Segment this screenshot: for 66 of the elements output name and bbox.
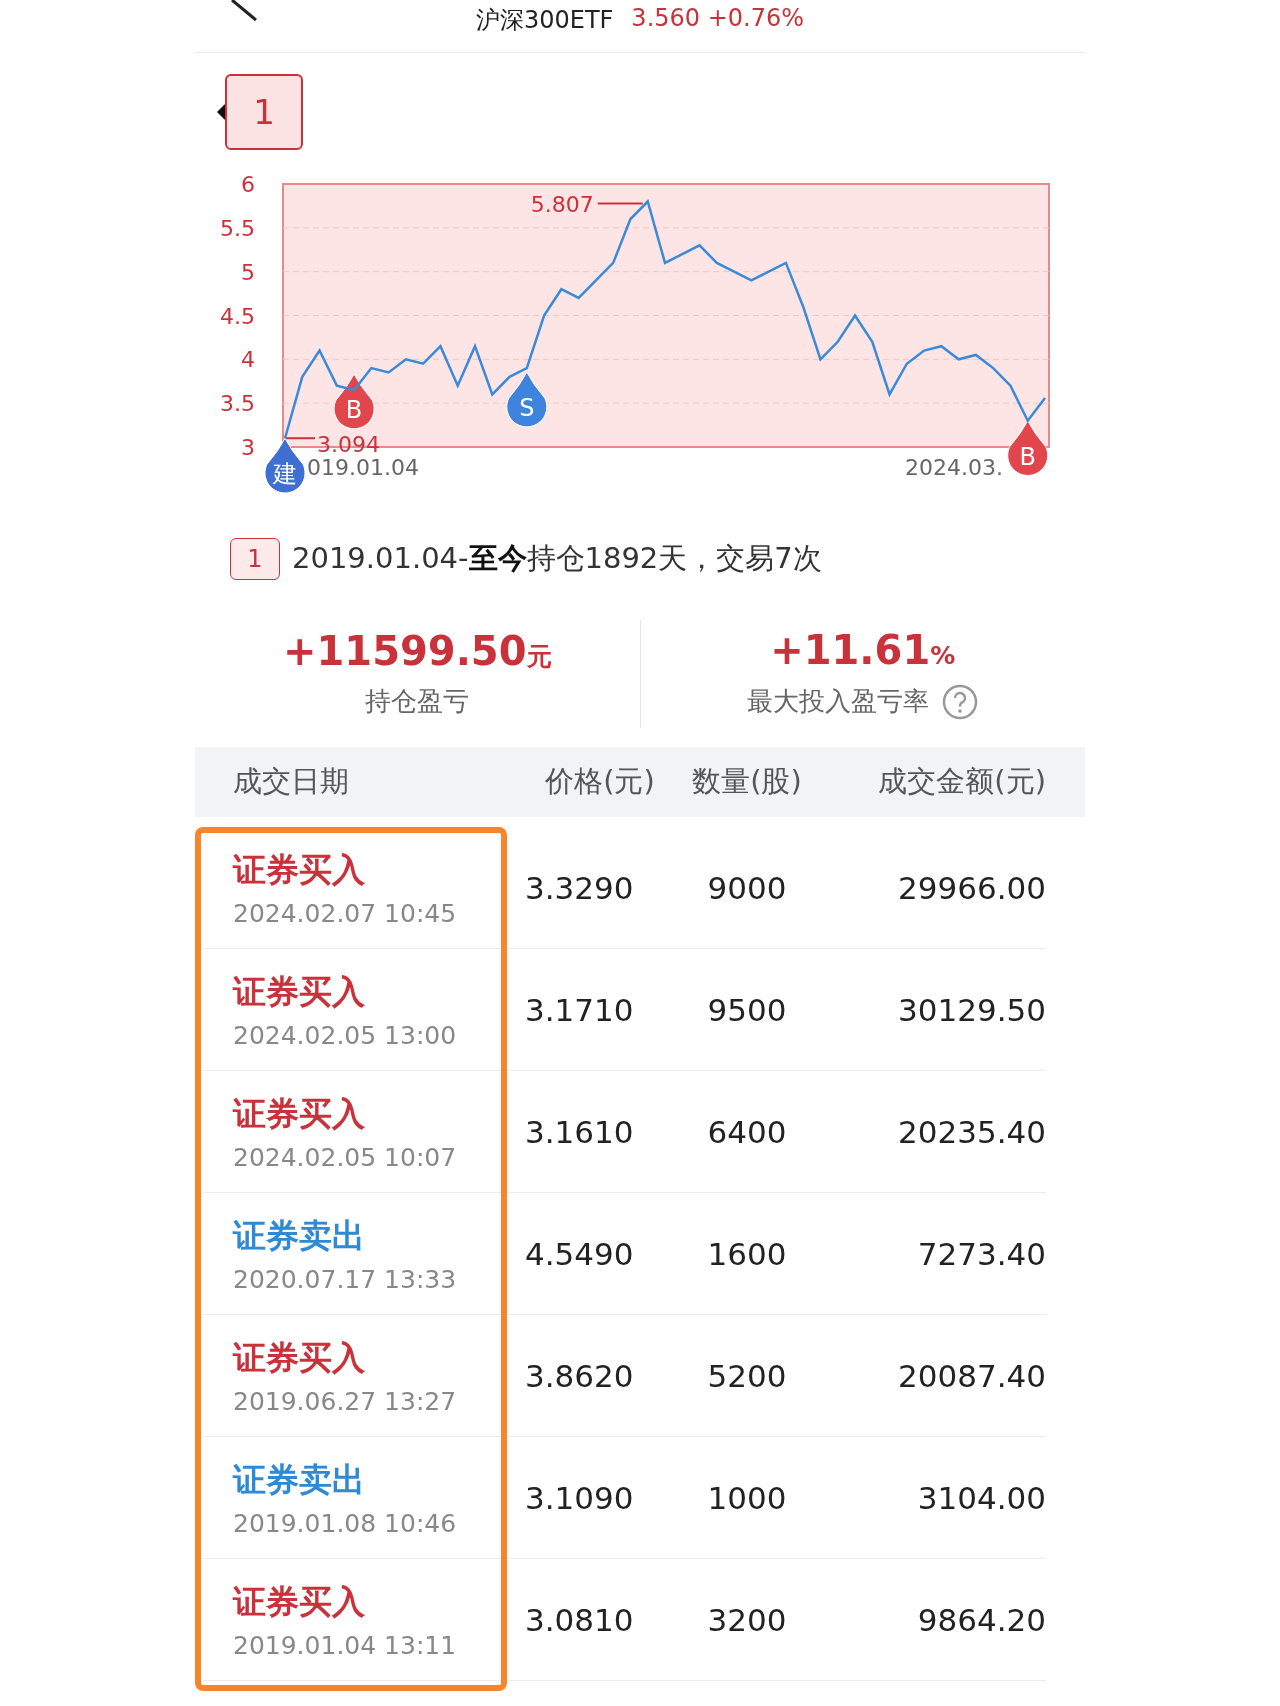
legend-tag[interactable]: 1	[225, 74, 303, 150]
price-cell-text: 3.1610	[525, 1113, 635, 1150]
amount-cell-text: 9864.20	[916, 1601, 1046, 1638]
quantity-cell-text: 1600	[706, 1235, 788, 1272]
trade-type: 证券买入	[233, 1580, 366, 1623]
y-tick-label: 5	[241, 259, 255, 285]
price-cell-text: 3.1710	[525, 991, 635, 1028]
quantity-cell-text: 5200	[706, 1357, 788, 1394]
annotation: 5.807	[530, 191, 594, 217]
quantity-cell-text: 1000	[706, 1479, 788, 1516]
y-tick-label: 6	[241, 172, 255, 197]
amount-cell-text: 30129.50	[897, 991, 1046, 1028]
quantity-cell-text: 3200	[706, 1601, 788, 1638]
quantity-cell-text: 9500	[706, 991, 788, 1028]
trade-type: 证券买入	[233, 970, 366, 1013]
x-axis-label: 019.01.04	[307, 455, 419, 480]
price-cell-text: 3.3290	[525, 869, 635, 906]
amount-cell-text: 20235.40	[897, 1113, 1046, 1150]
stock-name: 沪深300ETF	[475, 5, 614, 36]
quantity-cell-text: 6400	[706, 1113, 788, 1150]
trade-time: 2024.02.05 13:00	[233, 1020, 458, 1050]
y-tick-label: 5.5	[220, 215, 255, 241]
price-cell-text: 3.0810	[525, 1601, 635, 1638]
price-cell-text: 3.8620	[525, 1357, 635, 1394]
price-cell-text: 3.1090	[525, 1479, 635, 1516]
stat-value: +11.61%	[770, 626, 956, 673]
column-header: 价格(元)	[544, 763, 656, 800]
stock-price: 3.560 +0.76%	[631, 4, 805, 32]
trade-marker: S	[506, 371, 548, 428]
annotation: 3.094	[317, 432, 380, 458]
trade-type: 证券买入	[233, 1092, 366, 1135]
trade-time: 2024.02.07 10:45	[233, 898, 458, 928]
trade-time: 2020.07.17 13:33	[233, 1264, 458, 1294]
trade-marker: 建	[264, 437, 306, 494]
position-tag: 1	[230, 537, 280, 580]
amount-cell-text: 7273.40	[916, 1235, 1046, 1272]
stat-label: 最大投入盈亏率	[746, 685, 929, 718]
trade-type: 证券买入	[233, 1336, 366, 1379]
amount-cell-text: 20087.40	[897, 1357, 1046, 1394]
trade-time: 2019.06.27 13:27	[233, 1386, 458, 1416]
trade-time: 2019.01.04 13:11	[233, 1630, 458, 1660]
y-tick-label: 3.5	[220, 391, 255, 417]
quantity-cell-text: 9000	[706, 869, 788, 906]
trade-time: 2019.01.08 10:46	[233, 1508, 458, 1538]
help-icon[interactable]	[940, 682, 979, 721]
trade-type: 证券买入	[233, 848, 366, 891]
column-header: 数量(股)	[691, 763, 803, 800]
value-annotation: 5.807	[530, 191, 644, 217]
trade-type: 证券卖出	[233, 1214, 366, 1257]
trade-type: 证券卖出	[233, 1458, 366, 1501]
amount-cell-text: 3104.00	[916, 1479, 1046, 1516]
trade-marker: B	[333, 373, 375, 430]
price-cell-text: 4.5490	[525, 1235, 635, 1272]
position-summary: 2019.01.04-至今持仓1892天，交易7次	[292, 539, 822, 577]
trade-time: 2024.02.05 10:07	[233, 1142, 458, 1172]
trade-marker: B	[1007, 420, 1049, 476]
stat-label: 持仓盈亏	[365, 685, 470, 718]
y-tick-label: 4	[241, 347, 255, 373]
stat-value: +11599.50元	[282, 628, 552, 674]
column-header: 成交日期	[232, 763, 350, 800]
amount-cell-text: 29966.00	[897, 869, 1046, 906]
back-icon[interactable]	[230, 0, 260, 22]
y-tick-label: 3	[241, 435, 255, 460]
y-tick-label: 4.5	[220, 303, 255, 329]
x-axis-label: 2024.03.	[905, 455, 1003, 480]
column-header: 成交金额(元)	[877, 763, 1046, 800]
